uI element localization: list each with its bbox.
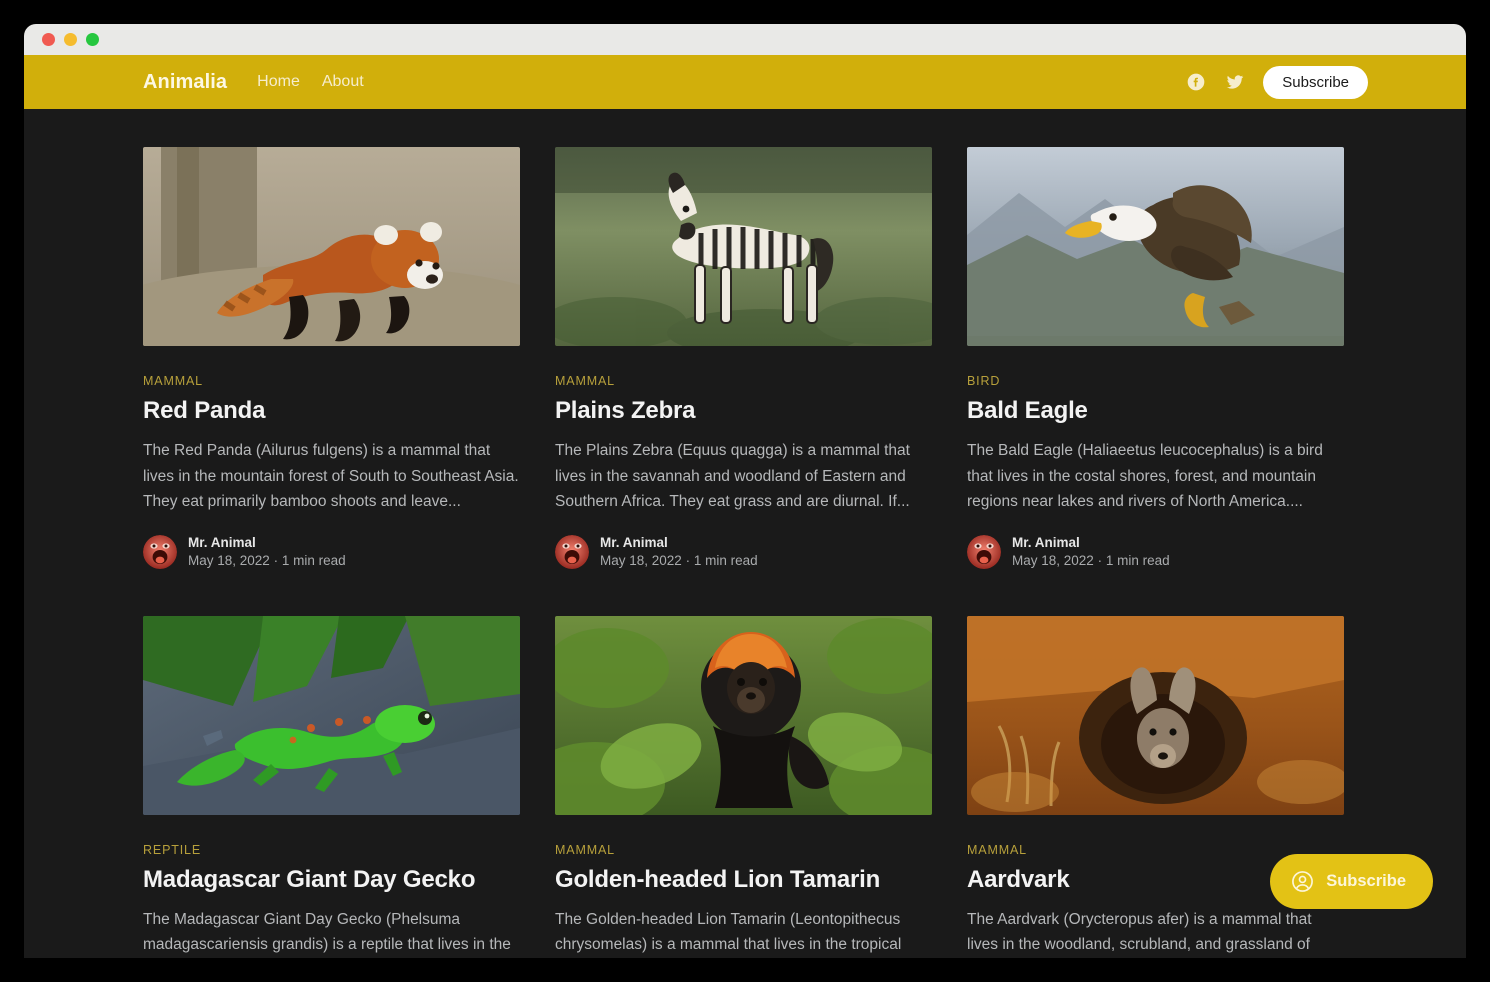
post-read-time: 1 min read bbox=[1105, 552, 1170, 568]
post-category-label: BIRD bbox=[967, 374, 1001, 388]
post-excerpt: The Bald Eagle (Haliaeetus leucocephalus… bbox=[967, 442, 1323, 510]
post-author-name: Mr. Animal bbox=[600, 534, 668, 550]
post-title[interactable]: Madagascar Giant Day Gecko bbox=[143, 866, 520, 894]
post-card[interactable]: BIRD Bald Eagle The Bald Eagle (Haliaeet… bbox=[967, 147, 1344, 570]
post-date: May 18, 2022 bbox=[1012, 552, 1094, 568]
post-read-time: 1 min read bbox=[693, 552, 758, 568]
site-brand-logo[interactable]: Animalia bbox=[143, 71, 227, 94]
page-content: MAMMAL Red Panda The Red Panda (Ailurus … bbox=[24, 109, 1466, 958]
close-window-button[interactable] bbox=[42, 33, 55, 46]
post-meta: Mr. Animal May 18, 2022 · 1 min read bbox=[967, 534, 1344, 570]
post-category-label: MAMMAL bbox=[555, 374, 615, 388]
post-card[interactable]: MAMMAL Plains Zebra The Plains Zebra (Eq… bbox=[555, 147, 932, 570]
post-grid: MAMMAL Red Panda The Red Panda (Ailurus … bbox=[143, 147, 1368, 958]
post-card-image[interactable] bbox=[967, 615, 1344, 815]
author-avatar bbox=[967, 534, 1001, 569]
post-title[interactable]: Red Panda bbox=[143, 397, 520, 425]
facebook-icon[interactable] bbox=[1185, 71, 1207, 93]
meta-separator: · bbox=[273, 552, 279, 568]
header-actions: Subscribe bbox=[1185, 65, 1368, 99]
meta-separator: · bbox=[685, 552, 691, 568]
author-avatar bbox=[555, 534, 589, 569]
post-excerpt: The Madagascar Giant Day Gecko (Phelsuma… bbox=[143, 910, 511, 954]
post-meta: Mr. Animal May 18, 2022 · 1 min read bbox=[143, 534, 520, 570]
post-category-label: MAMMAL bbox=[555, 842, 615, 857]
post-date-readtime: May 18, 2022 · 1 min read bbox=[600, 551, 758, 570]
post-card-image[interactable] bbox=[143, 147, 520, 346]
post-card-image[interactable] bbox=[555, 147, 932, 346]
post-meta-text: Mr. Animal May 18, 2022 · 1 min read bbox=[188, 534, 346, 570]
post-meta-text: Mr. Animal May 18, 2022 · 1 min read bbox=[600, 534, 758, 570]
post-card-image[interactable] bbox=[555, 615, 932, 815]
post-meta-text: Mr. Animal May 18, 2022 · 1 min read bbox=[1012, 534, 1170, 570]
post-excerpt: The Plains Zebra (Equus quagga) is a mam… bbox=[555, 442, 910, 510]
post-title[interactable]: Plains Zebra bbox=[555, 397, 932, 425]
post-category-label: REPTILE bbox=[143, 842, 202, 857]
post-author-name: Mr. Animal bbox=[188, 534, 256, 550]
post-excerpt: The Aardvark (Orycteropus afer) is a mam… bbox=[967, 910, 1312, 954]
post-card[interactable]: MAMMAL Red Panda The Red Panda (Ailurus … bbox=[143, 147, 520, 570]
post-excerpt: The Red Panda (Ailurus fulgens) is a mam… bbox=[143, 442, 519, 510]
post-date-readtime: May 18, 2022 · 1 min read bbox=[188, 551, 346, 570]
post-date: May 18, 2022 bbox=[600, 552, 682, 568]
post-category-label: MAMMAL bbox=[143, 374, 203, 388]
post-meta: Mr. Animal May 18, 2022 · 1 min read bbox=[555, 534, 932, 570]
post-card[interactable]: REPTILE Madagascar Giant Day Gecko The M… bbox=[143, 615, 520, 959]
maximize-window-button[interactable] bbox=[86, 33, 99, 46]
post-category-label: MAMMAL bbox=[967, 842, 1027, 857]
post-card[interactable]: MAMMAL Golden-headed Lion Tamarin The Go… bbox=[555, 615, 932, 959]
author-avatar bbox=[143, 534, 177, 569]
post-title[interactable]: Golden-headed Lion Tamarin bbox=[555, 866, 932, 894]
post-excerpt: The Golden-headed Lion Tamarin (Leontopi… bbox=[555, 910, 902, 954]
window-titlebar bbox=[24, 24, 1466, 55]
post-card-image[interactable] bbox=[967, 147, 1344, 346]
post-read-time: 1 min read bbox=[281, 552, 346, 568]
nav-link-home[interactable]: Home bbox=[257, 73, 300, 91]
site-header: Animalia Home About Subscribe bbox=[24, 55, 1466, 109]
main-navigation: Home About bbox=[257, 73, 364, 91]
twitter-icon[interactable] bbox=[1224, 71, 1246, 93]
browser-window: Animalia Home About Subscribe MAMMAL Red… bbox=[24, 24, 1466, 958]
floating-subscribe-button[interactable]: Subscribe bbox=[1270, 854, 1433, 909]
post-card-image[interactable] bbox=[143, 615, 520, 815]
floating-subscribe-label: Subscribe bbox=[1326, 872, 1406, 890]
post-title[interactable]: Bald Eagle bbox=[967, 397, 1344, 425]
nav-link-about[interactable]: About bbox=[322, 73, 364, 91]
meta-separator: · bbox=[1097, 552, 1103, 568]
user-circle-icon bbox=[1290, 869, 1315, 894]
post-date: May 18, 2022 bbox=[188, 552, 270, 568]
post-date-readtime: May 18, 2022 · 1 min read bbox=[1012, 551, 1170, 570]
header-subscribe-button[interactable]: Subscribe bbox=[1263, 65, 1368, 99]
post-author-name: Mr. Animal bbox=[1012, 534, 1080, 550]
minimize-window-button[interactable] bbox=[64, 33, 77, 46]
